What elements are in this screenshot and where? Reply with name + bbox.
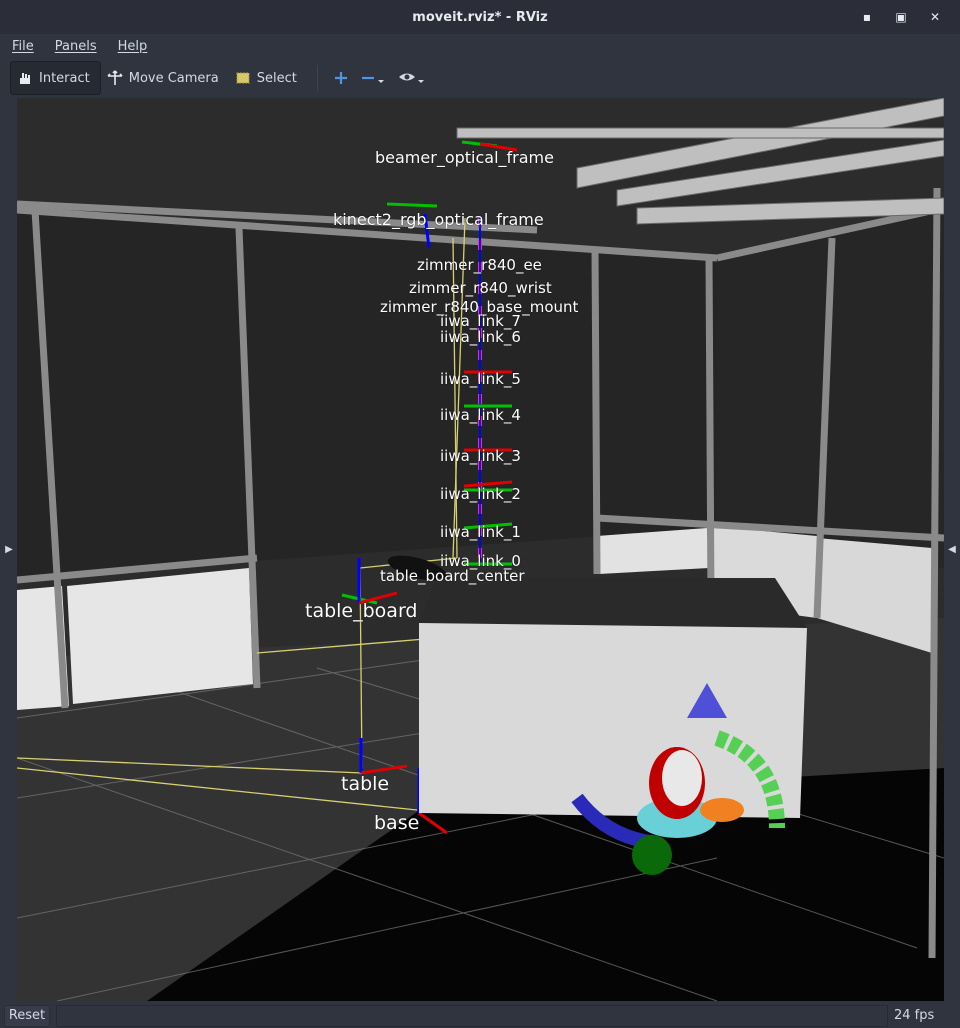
close-icon[interactable]: ✕	[918, 0, 952, 34]
frame-label-iiwa-link-1: iiwa_link_1	[440, 523, 521, 541]
frame-label-zimmer-wrist: zimmer_r840_wrist	[409, 279, 552, 297]
window-controls: ▪ ▣ ✕	[850, 0, 952, 34]
minimize-icon[interactable]: ▪	[850, 0, 884, 34]
frame-label-base: base	[374, 812, 420, 834]
plus-icon	[334, 72, 347, 84]
minus-icon	[361, 76, 384, 83]
reset-button[interactable]: Reset	[4, 1004, 50, 1027]
status-message-field	[56, 1004, 888, 1027]
select-tool-button[interactable]: Select	[229, 61, 307, 95]
status-bar: Reset 24 fps	[0, 1003, 960, 1028]
frame-label-kinect: kinect2_rgb_optical_frame	[333, 210, 544, 229]
frame-label-iiwa-link-2: iiwa_link_2	[440, 485, 521, 503]
wall-panel-3	[597, 528, 709, 574]
move-camera-tool-button[interactable]: Move Camera	[101, 61, 229, 95]
interact-label: Interact	[39, 70, 90, 86]
select-icon	[236, 72, 250, 84]
toolbar-separator	[316, 65, 318, 91]
frame-label-beamer: beamer_optical_frame	[375, 148, 554, 167]
expand-right-icon: ◀	[948, 544, 956, 555]
maximize-icon[interactable]: ▣	[884, 0, 918, 34]
frame-label-iiwa-link-6: iiwa_link_6	[440, 328, 521, 346]
menu-bar: File Panels Help	[0, 34, 960, 58]
expand-left-icon: ▶	[5, 544, 13, 555]
remove-tool-button[interactable]	[354, 71, 392, 85]
frame-label-iiwa-link-4: iiwa_link_4	[440, 406, 521, 424]
table-box-front	[419, 623, 807, 818]
menu-file[interactable]: File	[0, 39, 43, 54]
menu-help[interactable]: Help	[106, 39, 157, 54]
frame-label-zimmer-ee: zimmer_r840_ee	[417, 256, 542, 274]
hand-icon	[20, 73, 30, 84]
move-camera-label: Move Camera	[128, 70, 219, 86]
frame-label-iiwa-link-3: iiwa_link_3	[440, 447, 521, 465]
frame-label-iiwa-link-5: iiwa_link_5	[440, 370, 521, 388]
frame-label-table-board-center: table_board_center	[380, 567, 525, 585]
right-panel-handle[interactable]: ◀	[946, 98, 958, 1001]
eye-icon	[398, 73, 424, 83]
wall-panel-2	[67, 568, 253, 704]
table-box-top	[419, 578, 807, 628]
window-title: moveit.rviz* - RViz	[412, 9, 548, 25]
interact-tool-button[interactable]: Interact	[10, 61, 101, 95]
3d-render-viewport[interactable]: beamer_optical_frame kinect2_rgb_optical…	[17, 98, 944, 1001]
menu-panels[interactable]: Panels	[43, 39, 106, 54]
toolbar: Interact Move Camera Select	[0, 58, 960, 98]
select-label: Select	[256, 70, 297, 86]
title-bar: moveit.rviz* - RViz ▪ ▣ ✕	[0, 0, 960, 34]
back-wall-left	[17, 210, 717, 578]
move-camera-icon	[107, 70, 123, 85]
frame-label-table-board: table_board	[305, 600, 418, 622]
add-tool-button[interactable]	[328, 71, 354, 85]
left-panel-handle[interactable]: ▶	[3, 98, 15, 1001]
fps-counter: 24 fps	[894, 1008, 935, 1023]
scene-graphics	[17, 98, 944, 1001]
view-tool-button[interactable]	[392, 71, 432, 85]
frame-label-table: table	[341, 773, 390, 795]
